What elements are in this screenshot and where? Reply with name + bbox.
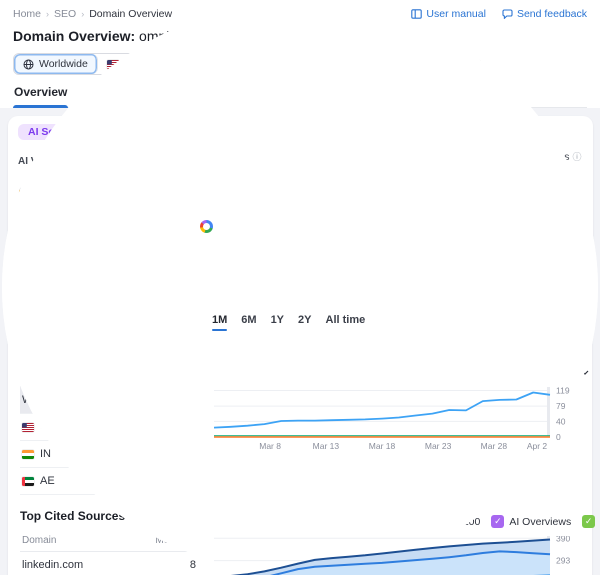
svg-text:Mar 23: Mar 23: [425, 441, 452, 451]
ai-search-card: AI Search Today AI Visibility Mentions C…: [8, 116, 182, 292]
svg-text:119: 119: [556, 387, 570, 396]
breadcrumb-home[interactable]: Home: [13, 8, 41, 20]
page-content: AI Search Today AI Visibility Mentions C…: [0, 108, 600, 575]
breadcrumb-current: Domain Overview: [89, 8, 172, 20]
range-all-time[interactable]: All time: [326, 314, 366, 329]
svg-text:79: 79: [556, 401, 566, 411]
ai-overviews-checkbox[interactable]: AI Overviews: [491, 515, 571, 528]
breadcrumb-seo[interactable]: SEO: [54, 8, 76, 20]
user-manual-label: User manual: [426, 8, 486, 20]
checkbox-icon: [582, 515, 595, 528]
svg-text:Apr 2: Apr 2: [527, 441, 548, 451]
globe-icon: [23, 59, 34, 70]
ae-flag-icon: [22, 477, 34, 486]
breadcrumb-separator: ›: [46, 9, 49, 19]
svg-text:40: 40: [556, 416, 566, 426]
table-row-linkedin[interactable]: linkedin.com 8: [20, 552, 198, 575]
send-feedback-label: Send feedback: [517, 8, 587, 20]
keywords-stacked-chart[interactable]: 098195293390Mar 8Mar 13Mar 18Mar 23Mar 2…: [214, 536, 600, 575]
domain-overview-page: Home › SEO › Domain Overview User manual…: [0, 0, 600, 575]
svg-text:293: 293: [556, 556, 570, 566]
breadcrumb-separator: ›: [81, 9, 84, 19]
info-icon[interactable]: ⓘ: [572, 150, 581, 163]
us-flag-icon: [22, 423, 34, 432]
user-manual-link[interactable]: User manual: [411, 8, 486, 20]
svg-text:Mar 18: Mar 18: [369, 441, 396, 451]
tab-overview[interactable]: Overview: [13, 85, 68, 107]
breadcrumb: Home › SEO › Domain Overview: [13, 8, 172, 20]
traffic-share-donut-icon: [200, 220, 213, 233]
svg-text:0: 0: [556, 432, 561, 442]
region-worldwide-button[interactable]: Worldwide: [14, 54, 98, 74]
svg-text:Mar 13: Mar 13: [313, 441, 340, 451]
engine-ai-mode[interactable]: AI Mode: [18, 252, 78, 264]
svg-text:Mar 8: Mar 8: [259, 441, 281, 451]
traffic-line-chart[interactable]: 0 40 79 119 Mar 8 Mar 13 Mar 18 Mar 23 Mar 28 Apr…: [214, 387, 600, 453]
range-1m[interactable]: 1M: [212, 314, 227, 329]
in-flag-icon: [22, 450, 34, 459]
checkbox-icon: [491, 515, 504, 528]
range-1y[interactable]: 1Y: [271, 314, 284, 329]
other-serp-checkbox[interactable]: Other SERP Features: [582, 515, 600, 528]
svg-text:390: 390: [556, 536, 570, 543]
user-manual-icon: [411, 9, 422, 19]
google-icon: [18, 253, 28, 263]
svg-text:Mar 28: Mar 28: [481, 441, 508, 451]
range-6m[interactable]: 6M: [241, 314, 256, 329]
range-2y[interactable]: 2Y: [298, 314, 311, 329]
send-feedback-link[interactable]: Send feedback: [502, 8, 587, 20]
feedback-bubble-icon: [502, 9, 513, 19]
